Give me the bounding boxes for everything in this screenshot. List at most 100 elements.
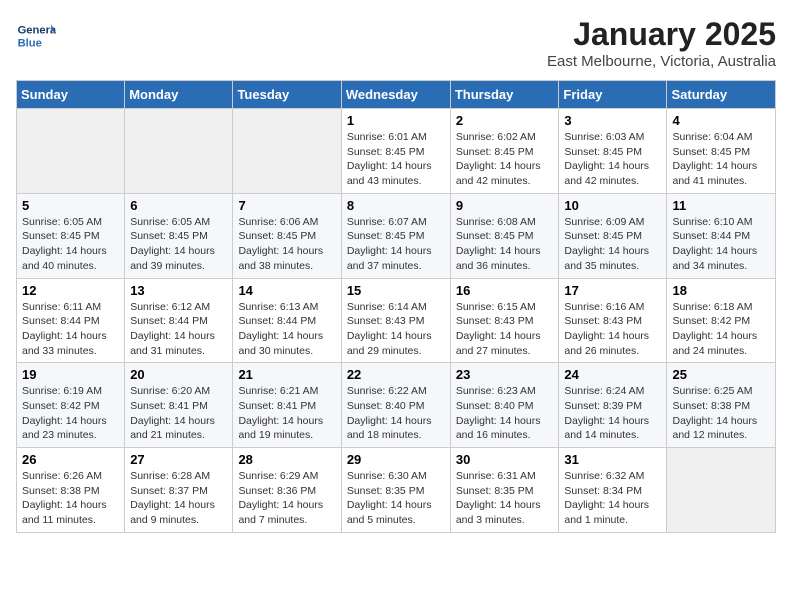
day-info: Sunrise: 6:07 AM Sunset: 8:45 PM Dayligh… (347, 215, 445, 274)
day-info: Sunrise: 6:20 AM Sunset: 8:41 PM Dayligh… (130, 384, 227, 443)
calendar-cell: 8 Sunrise: 6:07 AM Sunset: 8:45 PM Daylig… (341, 193, 450, 278)
calendar-cell: 19 Sunrise: 6:19 AM Sunset: 8:42 PM Dayli… (17, 363, 125, 448)
day-number: 15 (347, 283, 445, 298)
location: East Melbourne, Victoria, Australia (547, 53, 776, 70)
day-info: Sunrise: 6:28 AM Sunset: 8:37 PM Dayligh… (130, 469, 227, 528)
day-number: 23 (456, 367, 554, 382)
day-info: Sunrise: 6:32 AM Sunset: 8:34 PM Dayligh… (564, 469, 661, 528)
day-number: 3 (564, 113, 661, 128)
day-info: Sunrise: 6:03 AM Sunset: 8:45 PM Dayligh… (564, 130, 661, 189)
calendar-week-row: 1 Sunrise: 6:01 AM Sunset: 8:45 PM Daylig… (17, 109, 776, 194)
day-info: Sunrise: 6:12 AM Sunset: 8:44 PM Dayligh… (130, 300, 227, 359)
calendar-cell: 22 Sunrise: 6:22 AM Sunset: 8:40 PM Dayli… (341, 363, 450, 448)
calendar-cell: 17 Sunrise: 6:16 AM Sunset: 8:43 PM Dayli… (559, 278, 667, 363)
calendar-cell (125, 109, 233, 194)
day-number: 21 (238, 367, 335, 382)
day-info: Sunrise: 6:30 AM Sunset: 8:35 PM Dayligh… (347, 469, 445, 528)
calendar-cell: 20 Sunrise: 6:20 AM Sunset: 8:41 PM Dayli… (125, 363, 233, 448)
day-number: 4 (672, 113, 770, 128)
day-info: Sunrise: 6:15 AM Sunset: 8:43 PM Dayligh… (456, 300, 554, 359)
day-number: 18 (672, 283, 770, 298)
svg-text:Blue: Blue (18, 37, 42, 49)
day-number: 16 (456, 283, 554, 298)
calendar-cell: 18 Sunrise: 6:18 AM Sunset: 8:42 PM Dayli… (667, 278, 776, 363)
day-info: Sunrise: 6:23 AM Sunset: 8:40 PM Dayligh… (456, 384, 554, 443)
day-info: Sunrise: 6:06 AM Sunset: 8:45 PM Dayligh… (238, 215, 335, 274)
calendar-cell: 13Sunrise: 6:12 AM Sunset: 8:44 PM Dayli… (125, 278, 233, 363)
calendar-week-row: 5Sunrise: 6:05 AM Sunset: 8:45 PM Daylig… (17, 193, 776, 278)
day-number: 1 (347, 113, 445, 128)
calendar-cell: 16 Sunrise: 6:15 AM Sunset: 8:43 PM Dayli… (450, 278, 559, 363)
calendar-header-tuesday: Tuesday (233, 81, 341, 109)
day-info: Sunrise: 6:21 AM Sunset: 8:41 PM Dayligh… (238, 384, 335, 443)
day-info: Sunrise: 6:16 AM Sunset: 8:43 PM Dayligh… (564, 300, 661, 359)
calendar-cell: 27 Sunrise: 6:28 AM Sunset: 8:37 PM Dayli… (125, 448, 233, 533)
calendar-cell: 11 Sunrise: 6:10 AM Sunset: 8:44 PM Dayli… (667, 193, 776, 278)
calendar-header-saturday: Saturday (667, 81, 776, 109)
day-number: 17 (564, 283, 661, 298)
calendar-cell: 28Sunrise: 6:29 AM Sunset: 8:36 PM Dayli… (233, 448, 341, 533)
calendar-header-monday: Monday (125, 81, 233, 109)
calendar-cell: 3 Sunrise: 6:03 AM Sunset: 8:45 PM Daylig… (559, 109, 667, 194)
calendar-cell: 24 Sunrise: 6:24 AM Sunset: 8:39 PM Dayli… (559, 363, 667, 448)
calendar-cell: 25Sunrise: 6:25 AM Sunset: 8:38 PM Dayli… (667, 363, 776, 448)
calendar-cell: 21 Sunrise: 6:21 AM Sunset: 8:41 PM Dayli… (233, 363, 341, 448)
day-info: Sunrise: 6:02 AM Sunset: 8:45 PM Dayligh… (456, 130, 554, 189)
day-info: Sunrise: 6:05 AM Sunset: 8:45 PM Dayligh… (130, 215, 227, 274)
day-number: 22 (347, 367, 445, 382)
day-number: 31 (564, 452, 661, 467)
calendar-header-friday: Friday (559, 81, 667, 109)
day-number: 19 (22, 367, 119, 382)
calendar-cell: 2Sunrise: 6:02 AM Sunset: 8:45 PM Daylig… (450, 109, 559, 194)
calendar-cell: 4Sunrise: 6:04 AM Sunset: 8:45 PM Daylig… (667, 109, 776, 194)
day-number: 14 (238, 283, 335, 298)
day-number: 26 (22, 452, 119, 467)
calendar-week-row: 12Sunrise: 6:11 AM Sunset: 8:44 PM Dayli… (17, 278, 776, 363)
calendar-header-sunday: Sunday (17, 81, 125, 109)
day-number: 27 (130, 452, 227, 467)
calendar-cell: 26 Sunrise: 6:26 AM Sunset: 8:38 PM Dayli… (17, 448, 125, 533)
calendar-cell: 15 Sunrise: 6:14 AM Sunset: 8:43 PM Dayli… (341, 278, 450, 363)
calendar-cell (17, 109, 125, 194)
calendar-header-wednesday: Wednesday (341, 81, 450, 109)
day-number: 29 (347, 452, 445, 467)
day-number: 20 (130, 367, 227, 382)
day-info: Sunrise: 6:13 AM Sunset: 8:44 PM Dayligh… (238, 300, 335, 359)
calendar-cell: 29 Sunrise: 6:30 AM Sunset: 8:35 PM Dayli… (341, 448, 450, 533)
day-info: Sunrise: 6:09 AM Sunset: 8:45 PM Dayligh… (564, 215, 661, 274)
day-info: Sunrise: 6:29 AM Sunset: 8:36 PM Dayligh… (238, 469, 335, 528)
calendar-header-thursday: Thursday (450, 81, 559, 109)
day-number: 11 (672, 198, 770, 213)
calendar-cell: 30Sunrise: 6:31 AM Sunset: 8:35 PM Dayli… (450, 448, 559, 533)
page-header: General Blue January 2025 East Melbourne… (16, 16, 776, 70)
day-info: Sunrise: 6:26 AM Sunset: 8:38 PM Dayligh… (22, 469, 119, 528)
svg-text:General: General (18, 25, 56, 37)
calendar-cell: 1 Sunrise: 6:01 AM Sunset: 8:45 PM Daylig… (341, 109, 450, 194)
day-info: Sunrise: 6:01 AM Sunset: 8:45 PM Dayligh… (347, 130, 445, 189)
day-number: 24 (564, 367, 661, 382)
logo-icon: General Blue (16, 16, 56, 56)
day-info: Sunrise: 6:22 AM Sunset: 8:40 PM Dayligh… (347, 384, 445, 443)
calendar-cell: 7 Sunrise: 6:06 AM Sunset: 8:45 PM Daylig… (233, 193, 341, 278)
calendar-cell: 12Sunrise: 6:11 AM Sunset: 8:44 PM Dayli… (17, 278, 125, 363)
day-info: Sunrise: 6:24 AM Sunset: 8:39 PM Dayligh… (564, 384, 661, 443)
calendar-header-row: SundayMondayTuesdayWednesdayThursdayFrid… (17, 81, 776, 109)
day-info: Sunrise: 6:11 AM Sunset: 8:44 PM Dayligh… (22, 300, 119, 359)
day-number: 8 (347, 198, 445, 213)
day-number: 7 (238, 198, 335, 213)
calendar-cell: 31 Sunrise: 6:32 AM Sunset: 8:34 PM Dayli… (559, 448, 667, 533)
calendar-cell: 10 Sunrise: 6:09 AM Sunset: 8:45 PM Dayli… (559, 193, 667, 278)
day-info: Sunrise: 6:14 AM Sunset: 8:43 PM Dayligh… (347, 300, 445, 359)
day-info: Sunrise: 6:08 AM Sunset: 8:45 PM Dayligh… (456, 215, 554, 274)
calendar-cell: 5Sunrise: 6:05 AM Sunset: 8:45 PM Daylig… (17, 193, 125, 278)
day-info: Sunrise: 6:10 AM Sunset: 8:44 PM Dayligh… (672, 215, 770, 274)
day-info: Sunrise: 6:18 AM Sunset: 8:42 PM Dayligh… (672, 300, 770, 359)
day-number: 25 (672, 367, 770, 382)
day-info: Sunrise: 6:19 AM Sunset: 8:42 PM Dayligh… (22, 384, 119, 443)
calendar-cell: 9Sunrise: 6:08 AM Sunset: 8:45 PM Daylig… (450, 193, 559, 278)
month-year: January 2025 (547, 16, 776, 53)
day-info: Sunrise: 6:05 AM Sunset: 8:45 PM Dayligh… (22, 215, 119, 274)
day-number: 6 (130, 198, 227, 213)
day-number: 10 (564, 198, 661, 213)
calendar-cell (667, 448, 776, 533)
